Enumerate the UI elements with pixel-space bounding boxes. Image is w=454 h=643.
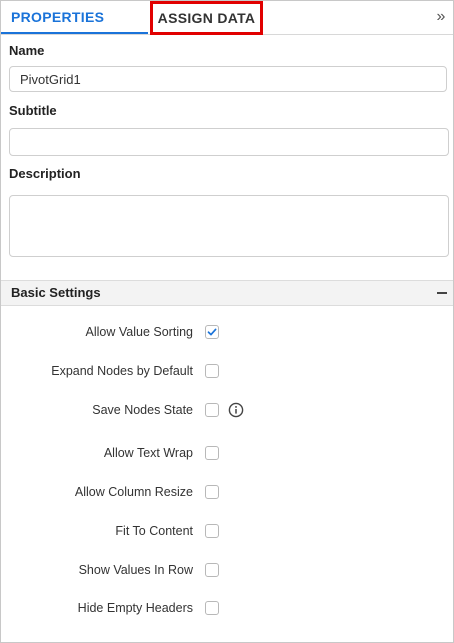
hide-empty-headers-checkbox[interactable] [205, 601, 219, 615]
properties-panel: PROPERTIES ASSIGN DATA » Name Subtitle D… [0, 0, 454, 643]
basic-settings-header[interactable]: Basic Settings [1, 280, 453, 306]
checkmark-icon [207, 328, 217, 336]
setting-label: Fit To Content [115, 524, 193, 538]
setting-label: Expand Nodes by Default [51, 364, 193, 378]
setting-label: Allow Text Wrap [103, 446, 193, 460]
setting-label: Allow Column Resize [74, 485, 193, 499]
tab-properties[interactable]: PROPERTIES [11, 1, 104, 34]
setting-label: Hide Empty Headers [77, 601, 193, 615]
description-label: Description [9, 166, 81, 181]
subtitle-input[interactable] [9, 128, 449, 156]
setting-label: Show Values In Row [78, 563, 193, 577]
allow-value-sorting-checkbox[interactable] [205, 325, 219, 339]
basic-settings-title: Basic Settings [11, 285, 101, 300]
setting-hide-empty-headers: Hide Empty Headers [1, 598, 453, 618]
fit-to-content-checkbox[interactable] [205, 524, 219, 538]
name-label: Name [9, 43, 45, 58]
setting-allow-value-sorting: Allow Value Sorting [1, 322, 453, 342]
subtitle-label: Subtitle [9, 103, 57, 118]
setting-allow-text-wrap: Allow Text Wrap [1, 443, 453, 463]
show-values-in-row-checkbox[interactable] [205, 563, 219, 577]
active-tab-indicator [1, 32, 148, 34]
tab-bar: PROPERTIES ASSIGN DATA » [1, 1, 453, 35]
info-icon[interactable] [228, 402, 244, 418]
setting-allow-column-resize: Allow Column Resize [1, 482, 453, 502]
setting-fit-to-content: Fit To Content [1, 521, 453, 541]
setting-show-values-in-row: Show Values In Row [1, 560, 453, 580]
setting-save-nodes-state: Save Nodes State [1, 400, 453, 420]
minus-icon[interactable] [437, 292, 447, 294]
allow-text-wrap-checkbox[interactable] [205, 446, 219, 460]
description-input[interactable] [9, 195, 449, 257]
allow-column-resize-checkbox[interactable] [205, 485, 219, 499]
setting-label: Save Nodes State [92, 403, 193, 417]
setting-label: Allow Value Sorting [85, 325, 193, 339]
double-chevron-right-icon[interactable]: » [433, 7, 449, 27]
name-input[interactable] [9, 66, 447, 92]
setting-expand-nodes-by-default: Expand Nodes by Default [1, 361, 453, 381]
save-nodes-state-checkbox[interactable] [205, 403, 219, 417]
expand-nodes-by-default-checkbox[interactable] [205, 364, 219, 378]
tab-assign-data[interactable]: ASSIGN DATA [150, 1, 263, 35]
